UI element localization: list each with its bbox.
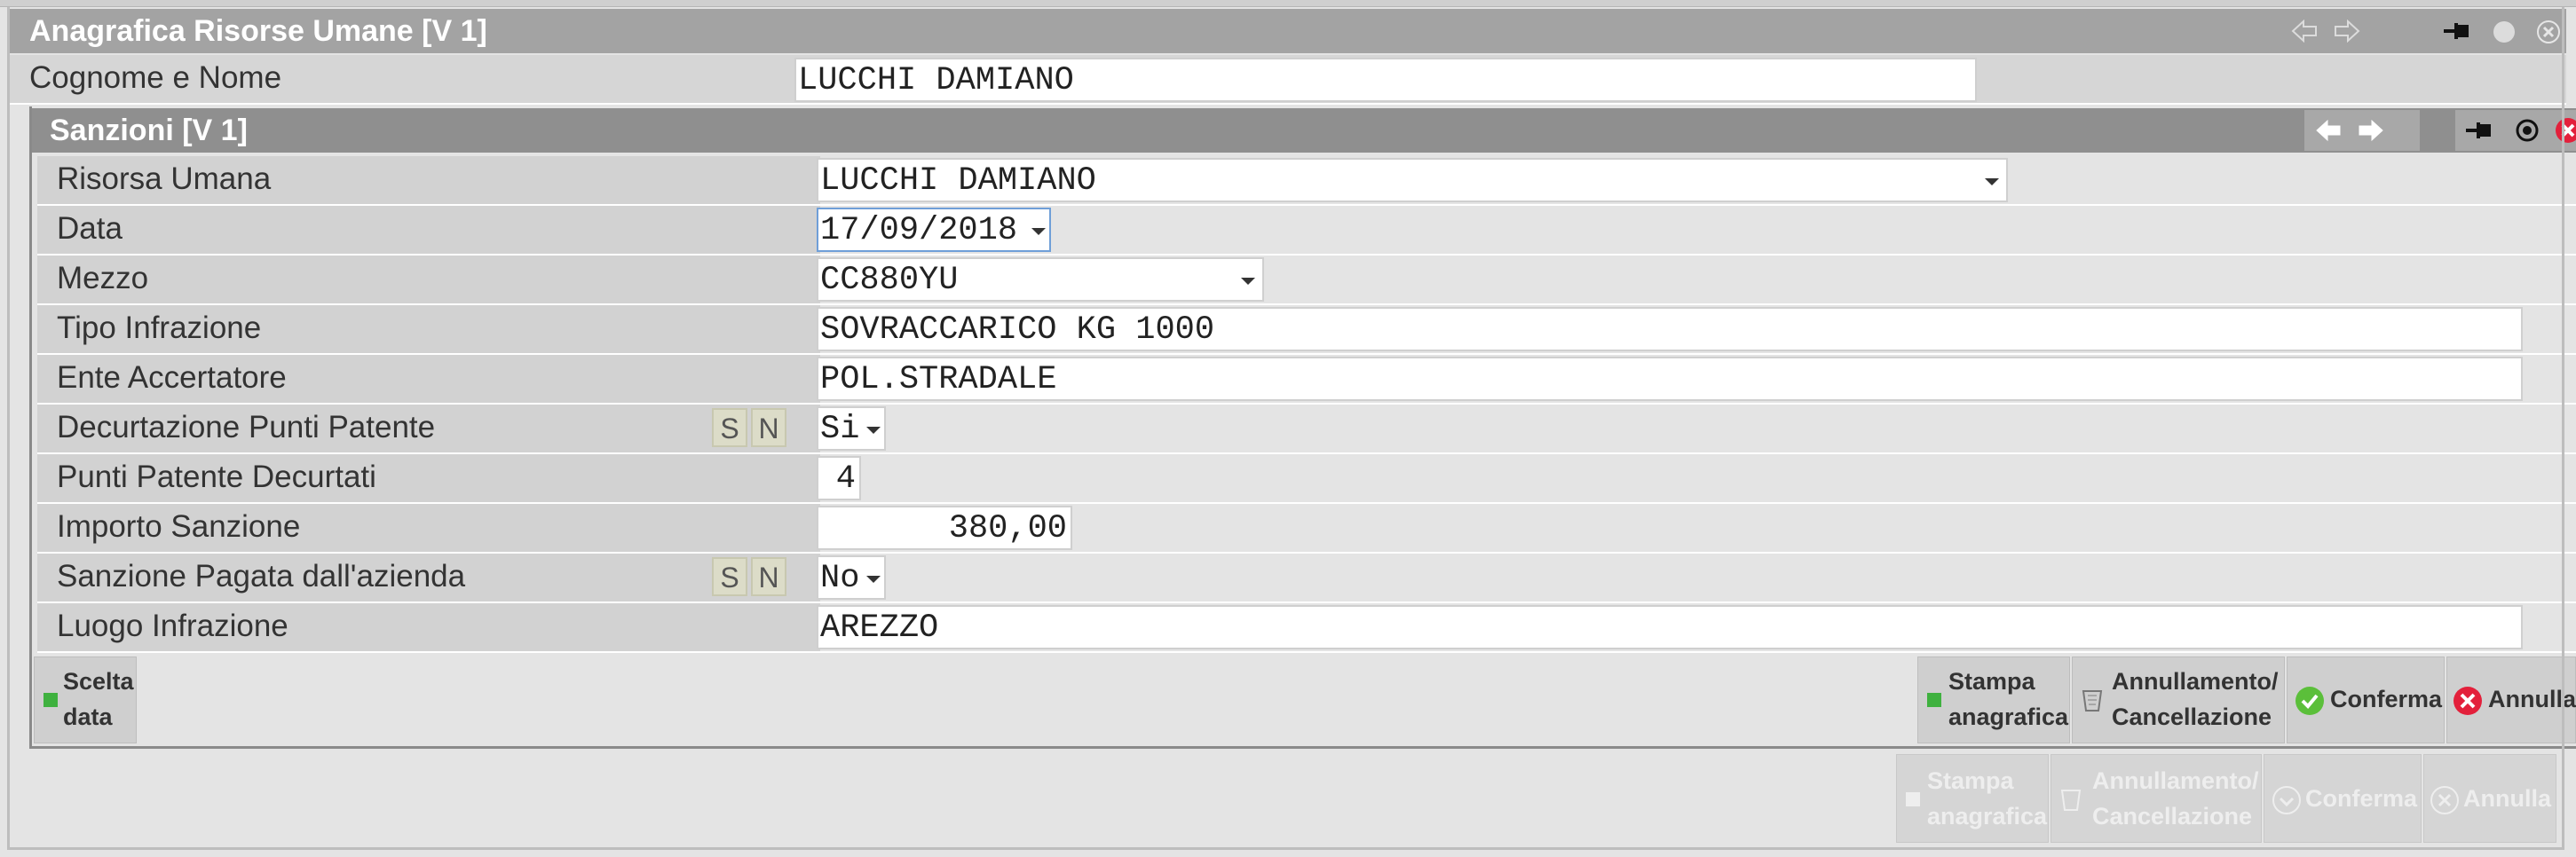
annullamento-button[interactable]: Annullamento/ Cancellazione [2072,657,2285,743]
pagata-s-button[interactable]: S [712,557,747,596]
annullamento-label-1: Annullamento/ [2112,668,2279,695]
annulla-button[interactable]: Annulla [2446,657,2576,743]
data-value: 17/09/2018 [820,212,1018,249]
risorsa-value: LUCCHI DAMIANO [820,162,1096,200]
back-arrow-icon[interactable] [2291,20,2318,43]
importo-label: Importo Sanzione [37,504,820,552]
data-input[interactable]: 17/09/2018 [817,208,1051,252]
punti-input[interactable]: 4 [817,456,861,500]
risorsa-select[interactable]: LUCCHI DAMIANO [817,158,2008,202]
trash-icon [2082,690,2103,712]
scelta-data-button[interactable]: Scelta data [34,657,137,743]
window-right-border [2562,7,2564,850]
decurtazione-label: Decurtazione Punti Patente [37,405,820,452]
stampa-anagrafica-label-1: Stampa [1948,668,2035,695]
outer-name-field[interactable]: LUCCHI DAMIANO [794,58,1977,102]
ente-label: Ente Accertatore [37,355,820,403]
close-icon[interactable] [2536,20,2561,44]
trash-icon [2060,790,2082,811]
tipo-label: Tipo Infrazione [37,305,820,353]
annullamento-label-2: Cancellazione [2112,704,2272,730]
row-mezzo: Mezzo CC880YU [37,256,2576,305]
pin-icon[interactable] [2442,20,2472,43]
dialog-title: Sanzioni [V 1] [50,114,248,147]
stampa-anagrafica-label-2: anagrafica [1948,704,2069,730]
window-bottom-border [7,847,2564,850]
pagata-value: No [820,560,860,597]
bottom-annulla-label: Annulla [2463,785,2551,812]
back-arrow-icon[interactable] [2315,119,2342,142]
bottom-conferma-button: Conferma [2264,754,2422,843]
forward-arrow-icon[interactable] [2334,20,2360,43]
luogo-input[interactable]: AREZZO [817,605,2523,649]
dropdown-icon[interactable] [1241,278,1255,285]
bottom-annullamento-button: Annullamento/ Cancellazione [2051,754,2262,843]
importo-input[interactable]: 380,00 [817,506,1072,550]
outer-name-row: Cognome e Nome LUCCHI DAMIANO [10,55,2566,105]
stampa-anagrafica-button[interactable]: Stampa anagrafica [1917,657,2070,743]
scelta-data-label-2: data [63,704,113,730]
row-pagata: Sanzione Pagata dall'azienda S N No [37,554,2576,603]
check-icon [2272,786,2301,814]
outer-name-label: Cognome e Nome [29,60,282,95]
bottom-annullamento-label-1: Annullamento/ [2092,767,2259,794]
circle-icon[interactable] [2492,20,2517,44]
bottom-conferma-label: Conferma [2305,785,2418,812]
row-luogo: Luogo Infrazione AREZZO [37,603,2576,653]
pin-icon[interactable] [2464,119,2494,142]
dropdown-icon[interactable] [866,427,881,434]
green-square-icon [43,693,58,707]
row-tipo: Tipo Infrazione SOVRACCARICO KG 1000 [37,305,2576,355]
mezzo-label: Mezzo [37,256,820,303]
close-icon [2430,786,2459,814]
bottom-annullamento-label-2: Cancellazione [2092,803,2253,829]
decurtazione-n-button[interactable]: N [751,408,786,447]
decurtazione-s-button[interactable]: S [712,408,747,447]
row-risorsa: Risorsa Umana LUCCHI DAMIANO [37,156,2576,206]
tipo-input[interactable]: SOVRACCARICO KG 1000 [817,307,2523,351]
bottom-stampa-label-1: Stampa [1927,767,2014,794]
punti-label: Punti Patente Decurtati [37,454,820,502]
row-ente: Ente Accertatore POL.STRADALE [37,355,2576,405]
mezzo-select[interactable]: CC880YU [817,257,1264,302]
dropdown-icon[interactable] [866,576,881,583]
pagata-select[interactable]: No [817,555,886,600]
row-data: Data 17/09/2018 [37,206,2576,256]
forward-arrow-icon[interactable] [2358,119,2384,142]
check-icon [2295,687,2324,715]
row-importo: Importo Sanzione 380,00 [37,504,2576,554]
green-square-icon [1927,693,1941,707]
scelta-data-label-1: Scelta [63,668,134,695]
top-strip [0,0,2576,7]
luogo-label: Luogo Infrazione [37,603,820,651]
decurtazione-select[interactable]: Si [817,406,886,451]
dropdown-icon[interactable] [1031,228,1046,235]
pagata-n-button[interactable]: N [751,557,786,596]
window-titlebar: Anagrafica Risorse Umane [V 1] [10,9,2566,53]
dialog-titlebar: Sanzioni [V 1] [32,108,2576,153]
conferma-button[interactable]: Conferma [2287,657,2445,743]
bottom-stampa-anagrafica-button: Stampa anagrafica [1896,754,2049,843]
row-decurtazione: Decurtazione Punti Patente S N Si [37,405,2576,454]
mezzo-value: CC880YU [820,262,959,299]
ente-input[interactable]: POL.STRADALE [817,357,2523,401]
bottom-stampa-label-2: anagrafica [1927,803,2048,829]
square-icon [1906,792,1920,806]
row-punti: Punti Patente Decurtati 4 [37,454,2576,504]
risorsa-label: Risorsa Umana [37,156,820,204]
dropdown-icon[interactable] [1985,178,1999,185]
window-left-border [7,7,10,850]
radio-circle-icon[interactable] [2515,118,2540,143]
close-icon [2454,687,2482,715]
data-label: Data [37,206,820,254]
window-title: Anagrafica Risorse Umane [V 1] [29,14,487,48]
conferma-label: Conferma [2330,686,2443,712]
close-icon[interactable] [2555,117,2576,144]
pagata-label: Sanzione Pagata dall'azienda [37,554,820,601]
bottom-annulla-button: Annulla [2423,754,2556,843]
decurtazione-value: Si [820,411,860,448]
